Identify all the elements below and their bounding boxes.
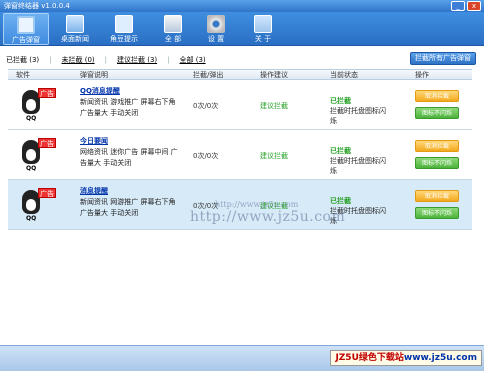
block-count: 0次/0次	[193, 152, 219, 160]
advice-text: 建议拦截	[260, 102, 288, 110]
col-software: 软件	[16, 71, 30, 79]
unblock-button[interactable]: 取消拦截	[415, 190, 459, 202]
state-note: 拦截时托盘图标闪烁	[330, 107, 386, 125]
advice-text: 建议拦截	[260, 152, 288, 160]
main-toolbar: 广告弹窗 桌面新闻 角豆提示 全 部 设 置 关 于	[0, 12, 484, 46]
site-badge: JZ5U绿色下载站www.jz5u.com	[330, 350, 482, 366]
ad-popup-icon	[17, 16, 35, 34]
product-label: QQ	[26, 165, 37, 172]
qq-penguin-icon: 广告 QQ	[20, 186, 58, 224]
block-count: 0次/0次	[193, 102, 219, 110]
block-all-button[interactable]: 拦截所有广告弹窗	[410, 52, 476, 65]
ad-tag: 广告	[38, 88, 56, 98]
close-button[interactable]: x	[467, 1, 481, 11]
status-badge: 已拦截	[330, 147, 351, 155]
table-header: 软件 弹窗说明 拦截/弹出 操作建议 当前状态 操作	[8, 69, 472, 80]
tab-settings[interactable]: 设 置	[193, 13, 239, 45]
qq-penguin-icon: 广告 QQ	[20, 86, 58, 124]
popup-name[interactable]: QQ消息提醒	[80, 86, 120, 96]
divider: |	[167, 56, 170, 64]
status-badge: 已拦截	[330, 97, 351, 105]
filter-bar: 已拦截 (3) | 未拦截 (0) | 建议拦截 (3) | 全部 (3)	[6, 54, 206, 66]
product-label: QQ	[26, 115, 37, 122]
title-bar: 弹窗终结器 v1.0.0.4 _ x	[0, 0, 484, 12]
tab-ad-popups[interactable]: 广告弹窗	[3, 13, 49, 45]
minimize-button[interactable]: _	[451, 1, 465, 11]
table-row[interactable]: 广告 QQ QQ消息提醒 新闻资讯 游戏推广 屏幕右下角 广告量大 手动关闭 0…	[8, 80, 472, 130]
window-controls: _ x	[451, 1, 481, 11]
divider: |	[49, 56, 52, 64]
qq-penguin-icon: 广告 QQ	[20, 136, 58, 174]
state-note: 拦截时托盘图标闪烁	[330, 157, 386, 175]
icon-noflash-button[interactable]: 图标不闪烁	[415, 107, 459, 119]
popup-name[interactable]: 消息提醒	[80, 186, 108, 196]
tab-label: 广告弹窗	[12, 36, 40, 44]
window-title: 弹窗终结器 v1.0.0.4	[4, 2, 70, 10]
watermark-large: http://www.jz5u.com	[190, 209, 346, 225]
icon-noflash-button[interactable]: 图标不闪烁	[415, 207, 459, 219]
gear-icon	[207, 15, 225, 33]
col-advice: 操作建议	[260, 71, 288, 79]
desktop-news-icon	[66, 15, 84, 33]
tab-label: 桌面新闻	[61, 35, 89, 43]
tab-corner-tips[interactable]: 角豆提示	[101, 13, 147, 45]
tab-desktop-news[interactable]: 桌面新闻	[52, 13, 98, 45]
filter-all[interactable]: 全部 (3)	[180, 55, 206, 65]
col-state: 当前状态	[330, 71, 358, 79]
popup-name[interactable]: 今日要闻	[80, 136, 108, 146]
status-badge: 已拦截	[330, 197, 351, 205]
icon-noflash-button[interactable]: 图标不闪烁	[415, 157, 459, 169]
unblock-button[interactable]: 取消拦截	[415, 90, 459, 102]
tab-about[interactable]: 关 于	[240, 13, 286, 45]
tab-label: 角豆提示	[110, 35, 138, 43]
col-description: 弹窗说明	[80, 71, 108, 79]
popup-description: 网络资讯 迷你广告 屏幕中间 广告量大 手动关闭	[80, 148, 178, 167]
ad-tag: 广告	[38, 188, 56, 198]
tab-label: 全 部	[164, 35, 182, 43]
site-url: www.jz5u.com	[403, 353, 477, 363]
filter-unblocked[interactable]: 未拦截 (0)	[62, 55, 95, 65]
ad-tag: 广告	[38, 138, 56, 148]
watermark-small: http://www.jz5u.com	[215, 200, 299, 209]
col-count: 拦截/弹出	[193, 71, 224, 79]
unblock-button[interactable]: 取消拦截	[415, 140, 459, 152]
tab-label: 设 置	[207, 35, 225, 43]
col-action: 操作	[415, 71, 429, 79]
tab-label: 关 于	[254, 35, 272, 43]
tab-all[interactable]: 全 部	[150, 13, 196, 45]
divider: |	[104, 56, 107, 64]
folder-icon	[164, 15, 182, 33]
popup-description: 新闻资讯 网游推广 屏幕右下角 广告量大 手动关闭	[80, 198, 176, 217]
corner-tip-icon	[115, 15, 133, 33]
popup-description: 新闻资讯 游戏推广 屏幕右下角 广告量大 手动关闭	[80, 98, 176, 117]
table-row[interactable]: 广告 QQ 今日要闻 网络资讯 迷你广告 屏幕中间 广告量大 手动关闭 0次/0…	[8, 130, 472, 180]
filter-suggested[interactable]: 建议拦截 (3)	[117, 55, 157, 65]
product-label: QQ	[26, 215, 37, 222]
site-name: JZ5U绿色下载站	[335, 353, 404, 363]
about-icon	[254, 15, 272, 33]
filter-blocked[interactable]: 已拦截 (3)	[6, 55, 39, 65]
